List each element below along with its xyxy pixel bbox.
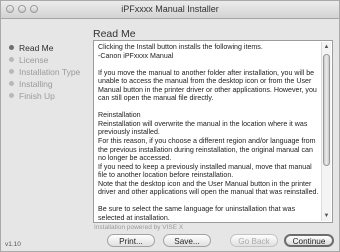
scroll-down-arrow-icon[interactable]: ▼ [322, 211, 331, 221]
save-button[interactable]: Save... [163, 234, 211, 247]
sidebar-step-license: License [9, 55, 48, 65]
step-bullet-icon [9, 69, 14, 74]
sidebar-step-installation-type: Installation Type [9, 67, 80, 77]
title-bar: iPFxxxx Manual Installer [1, 1, 339, 19]
go-back-button[interactable]: Go Back [230, 234, 278, 247]
vertical-scrollbar[interactable]: ▲ ▼ [321, 42, 331, 221]
step-bullet-icon [9, 93, 14, 98]
print-button[interactable]: Print... [107, 234, 155, 247]
powered-by-label: Installation powered by VISE X [94, 224, 184, 231]
scroll-up-arrow-icon[interactable]: ▲ [322, 42, 331, 52]
current-step-bullet-icon [9, 45, 14, 50]
readme-paragraph: Be sure to select the same language for … [98, 205, 296, 222]
step-label: Installation Type [19, 67, 81, 77]
scrollbar-thumb[interactable] [323, 54, 330, 166]
continue-button[interactable]: Continue [284, 234, 334, 247]
step-sidebar: Read Me License Installation Type Instal… [1, 19, 89, 233]
step-label: License [19, 55, 49, 65]
sidebar-step-read-me: Read Me [9, 43, 54, 53]
readme-content: Clicking the Install button installs the… [98, 43, 322, 222]
step-bullet-icon [9, 57, 14, 62]
installer-window: iPFxxxx Manual Installer Read Me License… [0, 0, 340, 252]
step-label: Finish Up [19, 91, 55, 101]
sidebar-step-installing: Installing [9, 79, 53, 89]
readme-text-area[interactable]: Clicking the Install button installs the… [93, 40, 333, 223]
step-label: Installing [19, 79, 53, 89]
page-heading: Read Me [93, 28, 136, 40]
step-bullet-icon [9, 81, 14, 86]
readme-paragraph: Clicking the Install button installs the… [98, 43, 263, 60]
window-title: iPFxxxx Manual Installer [121, 4, 219, 14]
sidebar-step-finish-up: Finish Up [9, 91, 55, 101]
step-label: Read Me [19, 43, 54, 53]
readme-paragraph: If you move the manual to another folder… [98, 68, 317, 103]
version-label: v1.10 [5, 241, 21, 248]
readme-paragraph: Reinstallation Reinstallation will overw… [98, 111, 319, 197]
